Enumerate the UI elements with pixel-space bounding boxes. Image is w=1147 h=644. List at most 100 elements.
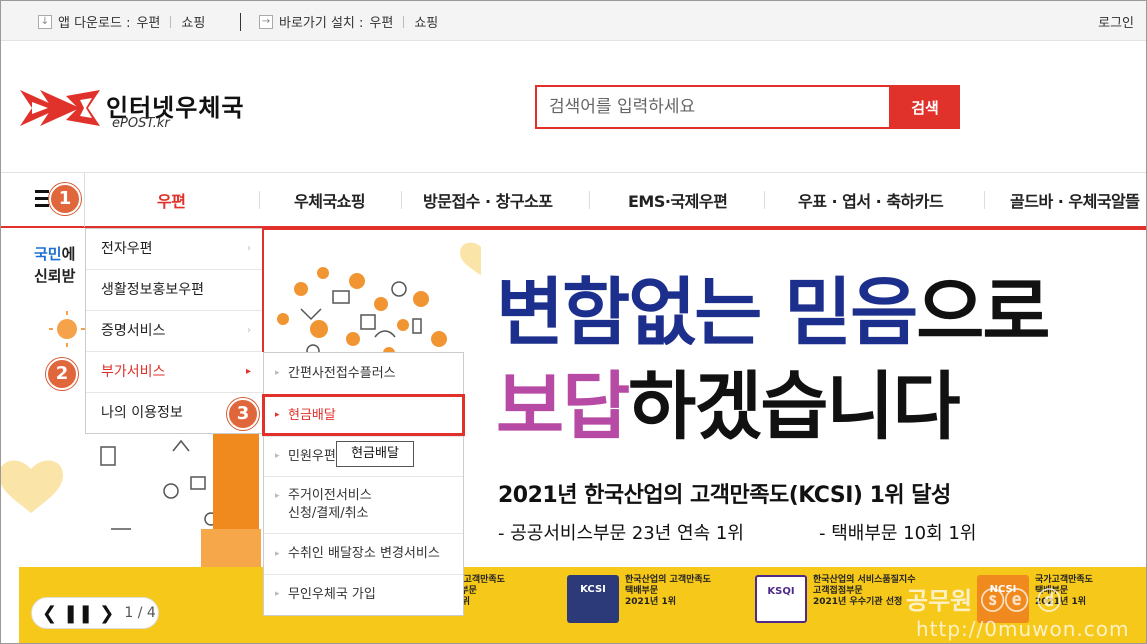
award-text: 한국산업의 고객만족도 택배부문 2021년 1위 — [625, 575, 711, 608]
main-navigation: 우편 우체국쇼핑 방문접수 · 창구소포 EMS·국제우편 우표 · 엽서 · … — [1, 172, 1146, 228]
gnb-item-stamps[interactable]: 우표 · 엽서 · 축하카드 — [798, 188, 944, 212]
banner-headline-2: 보답하겠습니다 — [496, 364, 961, 450]
headline2-part-a: 보답 — [496, 364, 630, 450]
divider — [984, 191, 985, 209]
submenu2-item-label: 신청/결제/취소 — [288, 506, 369, 521]
utility-bar: ↓ 앱 다운로드 : 우편 쇼핑 → 바로가기 설치 : 우편 쇼핑 로그인 — [1, 1, 1146, 41]
pager-count: 1 / 4 — [124, 605, 156, 621]
submenu-item-electronic-mail[interactable]: 전자우편 › — [86, 229, 263, 270]
headline2-part-b: 하겠습니다 — [628, 364, 960, 450]
award-item: KSQI 한국산업의 서비스품질지수 고객접점부문 2021년 우수기관 선정 — [755, 575, 916, 623]
banner-side-text-1b: 에 — [61, 245, 76, 263]
banner-sub-line-1: - 공공서비스부문 23년 연속 1위 — [498, 523, 744, 544]
step-marker-2: 2 — [46, 358, 78, 390]
app-link-shop[interactable]: 쇼핑 — [181, 12, 205, 31]
submenu2-item-label: 민원우편 — [288, 449, 336, 464]
gnb-item-post[interactable]: 우편 — [157, 188, 186, 212]
shortcut-group: → 바로가기 설치 : 우편 쇼핑 — [259, 12, 438, 31]
submenu2-item-label: 수취인 배달장소 변경서비스 — [288, 546, 440, 561]
submenu-item-label: 전자우편 — [101, 241, 153, 257]
logo-subtext: ePOST.kr — [112, 116, 170, 131]
ksqi-badge-icon: KSQI — [755, 575, 807, 623]
watermark-url: http://0muwon.com — [916, 617, 1130, 641]
banner-pager: ❮ ❚❚ ❯ 1 / 4 — [31, 597, 159, 629]
chevron-right-icon: › — [247, 325, 251, 336]
download-icon: ↓ — [38, 14, 52, 29]
kcsi-badge-icon: KCSI — [567, 575, 619, 623]
submenu-item-label: 부가서비스 — [101, 364, 166, 380]
app-download-group: ↓ 앱 다운로드 : 우편 쇼핑 — [38, 12, 205, 31]
award-line: 한국산업의 서비스품질지수 — [813, 575, 916, 585]
caret-right-icon: ▸ — [275, 589, 280, 599]
submenu-item-additional-services[interactable]: 부가서비스 ▸ — [86, 352, 263, 393]
submenu2-item-label: 주거이전서비스 — [288, 488, 372, 503]
award-line: 고객접점부문 — [813, 586, 863, 596]
prev-arrow-icon[interactable]: ❮ — [42, 603, 57, 624]
submenu-item-label: 나의 이용정보 — [101, 405, 183, 421]
step-marker-3: 3 — [227, 398, 259, 430]
app-download-label: 앱 다운로드 : — [58, 16, 131, 31]
tooltip: 현금배달 — [336, 441, 414, 467]
banner-side-text-1a: 국민 — [34, 245, 62, 263]
submenu2-item-relocation[interactable]: ▸ 주거이전서비스 신청/결제/취소 — [264, 477, 463, 534]
headline1-part-a: 변함없는 — [496, 270, 785, 356]
banner-side-text: 국민에 신뢰받 — [34, 243, 75, 287]
award-item: KCSI 한국산업의 고객만족도 택배부문 2021년 1위 — [567, 575, 711, 623]
submenu-item-life-info-mail[interactable]: 생활정보홍보우편 — [86, 270, 263, 311]
step-marker-1: 1 — [49, 183, 81, 215]
banner-headline-1: 변함없는 믿음으로 — [496, 270, 1050, 356]
chevron-right-icon: › — [247, 243, 251, 254]
award-line: 택배부문 — [625, 586, 659, 596]
app-link-post[interactable]: 우편 — [136, 12, 160, 31]
submenu-item-certification[interactable]: 증명서비스 › — [86, 311, 263, 352]
headline1-part-c: 으로 — [916, 270, 1050, 356]
shortcut-label: 바로가기 설치 : — [279, 16, 364, 31]
caret-right-icon: ▸ — [275, 549, 280, 559]
banner-side-text-2: 신뢰받 — [34, 267, 76, 285]
login-link[interactable]: 로그인 — [1098, 12, 1134, 31]
shortcut-arrow-icon: → — [259, 14, 273, 29]
shortcut-link-post[interactable]: 우편 — [369, 12, 393, 31]
banner-sub-line-2: - 택배부문 10회 1위 — [819, 523, 977, 544]
divider — [240, 13, 241, 31]
next-arrow-icon[interactable]: ❯ — [99, 603, 114, 624]
award-line: 한국산업의 고객만족도 — [625, 575, 711, 585]
submenu-item-label: 생활정보홍보우편 — [101, 282, 205, 298]
pause-icon[interactable]: ❚❚ — [63, 603, 93, 624]
browser-viewport: ↓ 앱 다운로드 : 우편 쇼핑 → 바로가기 설치 : 우편 쇼핑 로그인 인… — [0, 0, 1147, 644]
award-line: 2021년 1위 — [625, 597, 677, 607]
search-box — [535, 85, 891, 129]
banner-kcsi-line: 2021년 한국산업의 고객만족도(KCSI) 1위 달성 — [498, 483, 951, 508]
submenu-item-label: 증명서비스 — [101, 323, 166, 339]
shortcut-link-shop[interactable]: 쇼핑 — [414, 12, 438, 31]
gnb-item-visit-pickup[interactable]: 방문접수 · 창구소포 — [423, 188, 553, 212]
submenu2-item-easy-pre-receipt[interactable]: ▸ 간편사전접수플러스 — [264, 353, 463, 395]
divider — [259, 191, 260, 209]
gnb-item-shopping[interactable]: 우체국쇼핑 — [294, 188, 366, 212]
hamburger-icon — [35, 190, 49, 211]
divider — [764, 191, 765, 209]
submenu2-item-unmanned-post[interactable]: ▸ 무인우체국 가입 — [264, 575, 463, 615]
watermark: 공무원 ⓢⓔ ⓓ — [906, 587, 1061, 615]
gnb-item-ems[interactable]: EMS·국제우편 — [628, 188, 728, 212]
caret-right-icon: ▸ — [245, 366, 251, 377]
award-text: 한국산업의 서비스품질지수 고객접점부문 2021년 우수기관 선정 — [813, 575, 916, 608]
divider — [170, 15, 172, 28]
divider — [401, 191, 402, 209]
epost-logo-mark-icon — [20, 90, 100, 126]
search-button[interactable]: 검색 — [890, 85, 960, 129]
divider — [589, 191, 590, 209]
submenu2-item-label: 간편사전접수플러스 — [288, 366, 396, 381]
site-logo[interactable]: 인터넷우체국 ePOST.kr — [18, 86, 253, 132]
caret-right-icon: ▸ — [275, 368, 280, 378]
headline1-part-b: 믿음 — [784, 270, 918, 356]
divider — [403, 15, 405, 28]
submenu-additional-services: ▸ 간편사전접수플러스 ▸ 현금배달 ▸ 민원우편 ▸ 주거이전서비스 신청/결… — [263, 352, 464, 616]
search-input[interactable] — [537, 87, 889, 127]
submenu2-item-delivery-place-change[interactable]: ▸ 수취인 배달장소 변경서비스 — [264, 534, 463, 575]
caret-right-icon: ▸ — [275, 451, 280, 461]
award-line: 2021년 우수기관 선정 — [813, 597, 903, 607]
gnb-item-goldbar[interactable]: 골드바 · 우체국알뜰 — [1010, 188, 1140, 212]
cash-delivery-highlight — [262, 394, 465, 436]
caret-right-icon: ▸ — [275, 491, 280, 501]
